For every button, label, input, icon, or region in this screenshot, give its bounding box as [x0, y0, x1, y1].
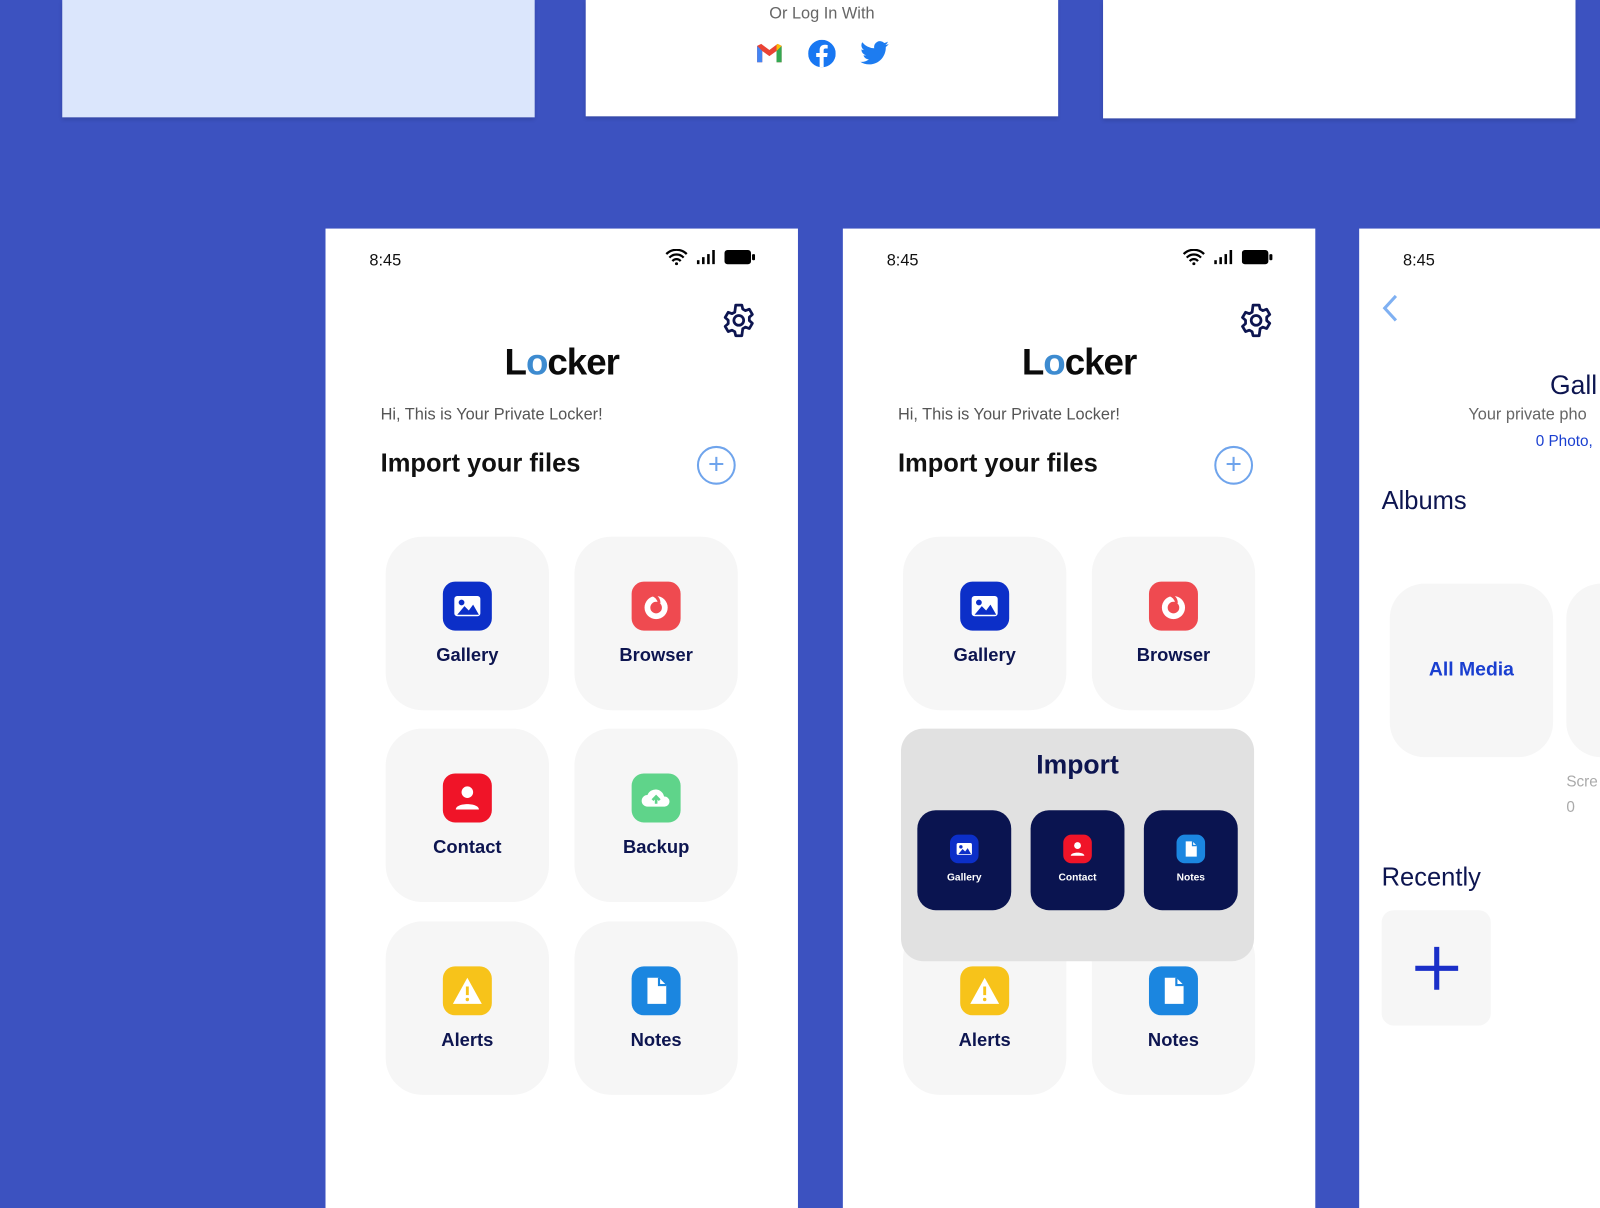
album-count: 0	[1566, 798, 1575, 817]
gmail-icon[interactable]	[755, 42, 784, 64]
status-icons	[665, 248, 756, 266]
tile-label: Gallery	[436, 644, 499, 666]
locker-logo: Locker	[1021, 340, 1137, 383]
gallery-count: 0 Photo,	[1535, 432, 1593, 450]
notes-icon	[631, 966, 681, 1016]
tile-gallery[interactable]: Gallery	[385, 536, 549, 711]
tile-label: Notes	[1147, 1029, 1199, 1050]
home-screen-import-open: 8:45 Locker Hi, This is Your Private Locke…	[842, 228, 1316, 1208]
album-label: All Media	[1428, 659, 1514, 681]
tile-backup[interactable]: Backup	[574, 728, 738, 903]
album-screenshots[interactable]	[1566, 583, 1600, 758]
import-item-label: Notes	[1176, 872, 1205, 884]
gallery-subtitle: Your private pho	[1468, 406, 1587, 424]
gallery-icon	[960, 581, 1010, 631]
import-popup: Import Gallery Contact Notes	[901, 728, 1255, 962]
status-icons	[1182, 248, 1273, 266]
gallery-screen: 8:45 Gall Your private pho 0 Photo, Albu…	[1359, 228, 1600, 1208]
import-item-label: Contact	[1058, 872, 1097, 884]
facebook-icon[interactable]	[808, 39, 836, 68]
add-file-button[interactable]: +	[696, 445, 736, 485]
gallery-icon	[442, 581, 492, 631]
wifi-icon	[1182, 248, 1205, 266]
home-screen: 8:45 Locker Hi, This is Your Private Locke…	[325, 228, 798, 1208]
status-time: 8:45	[369, 252, 402, 270]
tile-gallery[interactable]: Gallery	[903, 536, 1067, 711]
warning-icon	[960, 966, 1010, 1016]
tile-label: Contact	[433, 836, 502, 858]
gallery-title: Gall	[1549, 369, 1598, 400]
tile-label: Notes	[630, 1029, 682, 1050]
wifi-icon	[665, 248, 688, 266]
tile-browser[interactable]: Browser	[1091, 536, 1256, 711]
status-time: 8:45	[886, 252, 919, 270]
tile-label: Browser	[1136, 644, 1211, 666]
signal-icon	[696, 249, 715, 265]
import-popup-title: Import	[1036, 748, 1119, 780]
top-card-left	[62, 0, 535, 118]
warning-icon	[442, 966, 492, 1016]
contact-icon	[442, 773, 492, 823]
twitter-icon[interactable]	[860, 41, 889, 65]
battery-icon	[724, 249, 756, 265]
tile-label: Gallery	[953, 644, 1016, 666]
gallery-icon	[949, 834, 979, 864]
plus-icon	[1415, 946, 1459, 990]
import-notes-button[interactable]: Notes	[1143, 810, 1238, 911]
cloud-upload-icon	[631, 773, 681, 823]
import-item-label: Gallery	[946, 872, 982, 884]
settings-gear-icon[interactable]	[1238, 302, 1275, 344]
import-gallery-button[interactable]: Gallery	[917, 810, 1012, 911]
album-all-media[interactable]: All Media	[1389, 583, 1554, 758]
browser-icon	[631, 581, 681, 631]
top-card-right	[1103, 0, 1576, 119]
notes-icon	[1176, 834, 1206, 864]
tile-label: Alerts	[441, 1029, 494, 1050]
status-time: 8:45	[1403, 252, 1435, 270]
tile-browser[interactable]: Browser	[574, 536, 738, 711]
settings-gear-icon[interactable]	[720, 302, 757, 344]
tile-label: Alerts	[958, 1029, 1011, 1050]
signal-icon	[1214, 249, 1233, 265]
add-recent-button[interactable]	[1381, 910, 1491, 1026]
albums-heading: Albums	[1381, 486, 1467, 516]
recently-heading: Recently	[1381, 863, 1481, 892]
import-contact-button[interactable]: Contact	[1030, 810, 1125, 911]
tile-label: Browser	[619, 644, 693, 666]
browser-icon	[1148, 581, 1198, 631]
greeting-text: Hi, This is Your Private Locker!	[897, 406, 1120, 424]
or-login-with-text: Or Log In With	[769, 5, 875, 23]
contact-icon	[1063, 834, 1092, 864]
tile-notes[interactable]: Notes	[574, 921, 738, 1095]
import-heading: Import your files	[897, 448, 1098, 478]
tile-alerts[interactable]: Alerts	[385, 921, 549, 1095]
notes-icon	[1148, 966, 1198, 1016]
tile-contact[interactable]: Contact	[385, 728, 549, 903]
add-file-button[interactable]: +	[1214, 445, 1254, 485]
album-label: Scre	[1566, 773, 1598, 791]
locker-logo: Locker	[504, 340, 620, 383]
back-chevron-icon[interactable]	[1380, 293, 1400, 324]
battery-icon	[1241, 249, 1273, 265]
tile-label: Backup	[622, 836, 690, 858]
login-card: Or Log In With	[585, 0, 1059, 117]
greeting-text: Hi, This is Your Private Locker!	[380, 406, 603, 424]
import-heading: Import your files	[380, 448, 581, 478]
